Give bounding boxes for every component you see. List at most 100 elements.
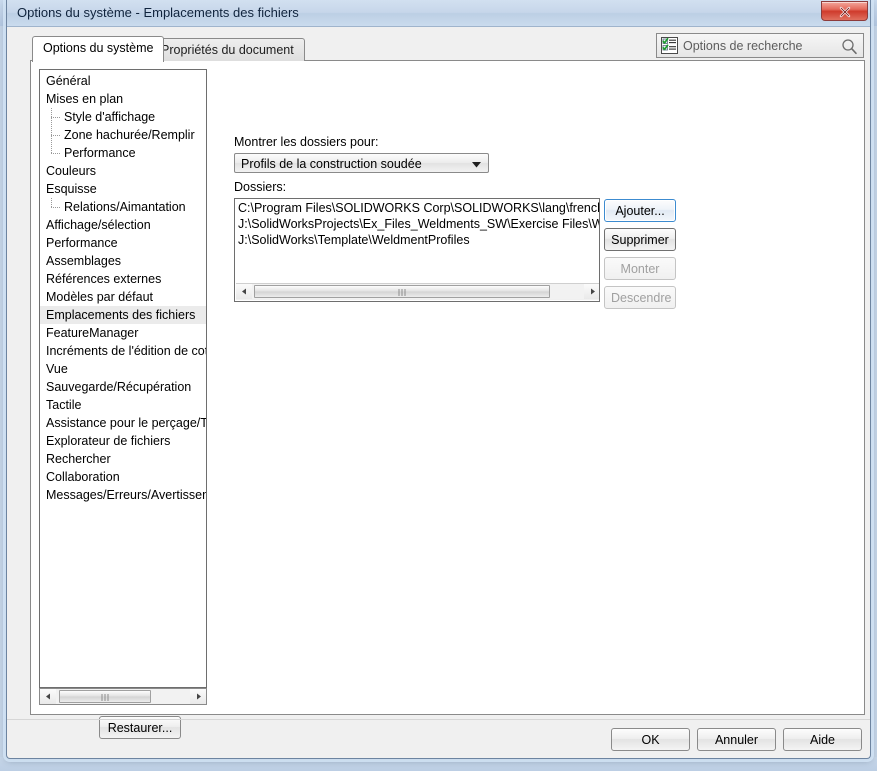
chevron-left-icon — [241, 288, 246, 295]
tree-connector-horizontal — [51, 207, 61, 208]
folders-label: Dossiers: — [234, 180, 287, 194]
folders-scroll-thumb[interactable] — [254, 285, 550, 298]
sidebar-item-vue[interactable]: Vue — [40, 360, 206, 378]
background-bottom-strip — [0, 757, 877, 771]
sidebar-item-mises-en-plan[interactable]: Mises en plan — [40, 90, 206, 108]
sidebar-item-relations-aimantation[interactable]: Relations/Aimantation — [40, 198, 206, 216]
folders-scroll-left-arrow[interactable] — [236, 284, 252, 299]
help-button[interactable]: Aide — [783, 728, 862, 751]
sidebar-item-label: Références externes — [46, 272, 162, 286]
move-up-button: Monter — [604, 257, 676, 280]
sidebar-item-performance[interactable]: Performance — [40, 144, 206, 162]
sidebar-item-label: Couleurs — [46, 164, 97, 178]
sidebar-item-incr-ments-de-l-dition-de-cot[interactable]: Incréments de l'édition de cot — [40, 342, 206, 360]
sidebar-item-affichage-s-lection[interactable]: Affichage/sélection — [40, 216, 206, 234]
options-panel: Général Mises en plan Style d'affichage Zon… — [30, 60, 865, 739]
sidebar-item-sauvegarde-r-cup-ration[interactable]: Sauvegarde/Récupération — [40, 378, 206, 396]
sidebar-item-label: Collaboration — [46, 470, 120, 484]
sidebar-item-label: Assemblages — [46, 254, 122, 268]
scroll-thumb-grip — [101, 694, 109, 701]
sidebar-item-couleurs[interactable]: Couleurs — [40, 162, 206, 180]
dialog-title: Options du système - Emplacements des fi… — [17, 5, 299, 20]
search-options-icon — [661, 37, 678, 54]
sidebar-item-messages-erreurs-avertissem[interactable]: Messages/Erreurs/Avertissem — [40, 486, 206, 504]
sidebar-item-label: Performance — [46, 236, 118, 250]
sidebar-item-explorateur-de-fichiers[interactable]: Explorateur de fichiers — [40, 432, 206, 450]
sidebar-item-label: Affichage/sélection — [46, 218, 151, 232]
sidebar-item-label: Style d'affichage — [64, 110, 156, 124]
sidebar-item-g-n-ral[interactable]: Général — [40, 72, 206, 90]
folders-list-box[interactable]: C:\Program Files\SOLIDWORKS Corp\SOLIDWO… — [234, 198, 600, 302]
add-folder-button[interactable]: Ajouter... — [604, 199, 676, 222]
scroll-thumb-grip — [398, 289, 406, 296]
sidebar-item-label: Mises en plan — [46, 92, 124, 106]
sidebar-item-label: FeatureManager — [46, 326, 139, 340]
ok-button[interactable]: OK — [611, 728, 690, 751]
sidebar-item-label: Performance — [64, 146, 136, 160]
tab-system-options[interactable]: Options du système — [32, 36, 165, 62]
move-down-button: Descendre — [604, 286, 676, 309]
search-options-button[interactable]: Options de recherche — [656, 33, 864, 58]
sidebar-item-label: Zone hachurée/Remplir — [64, 128, 195, 142]
folders-list: C:\Program Files\SOLIDWORKS Corp\SOLIDWO… — [235, 200, 599, 248]
sidebar-scroll-track[interactable] — [56, 689, 190, 704]
sidebar-item-label: Vue — [46, 362, 68, 376]
sidebar-item-rechercher[interactable]: Rechercher — [40, 450, 206, 468]
tree-connector-horizontal — [51, 117, 61, 118]
folder-category-value: Profils de la construction soudée — [241, 157, 422, 171]
chevron-left-icon — [45, 693, 50, 700]
sidebar-item-style-d-affichage[interactable]: Style d'affichage — [40, 108, 206, 126]
sidebar-item-label: Relations/Aimantation — [64, 200, 186, 214]
sidebar-item-assistance-pour-le-per-age-to[interactable]: Assistance pour le perçage/To — [40, 414, 206, 432]
folder-path-row[interactable]: J:\SolidWorks\Template\WeldmentProfiles — [235, 232, 599, 248]
chevron-down-icon — [472, 162, 481, 168]
folder-path-row[interactable]: J:\SolidWorksProjects\Ex_Files_Weldments… — [235, 216, 599, 232]
close-icon — [839, 6, 851, 18]
sidebar-item-label: Incréments de l'édition de cot — [46, 344, 207, 358]
search-options-label: Options de recherche — [683, 39, 803, 53]
footer-separator — [7, 719, 870, 720]
sidebar-item-mod-les-par-d-faut[interactable]: Modèles par défaut — [40, 288, 206, 306]
tree-connector-horizontal — [51, 153, 61, 154]
tab-document-properties[interactable]: Propriétés du document — [150, 38, 305, 61]
sidebar-item-label: Sauvegarde/Récupération — [46, 380, 192, 394]
sidebar-item-label: Général — [46, 74, 91, 88]
sidebar-scroll-thumb[interactable] — [59, 690, 151, 703]
sidebar-item-r-f-rences-externes[interactable]: Références externes — [40, 270, 206, 288]
sidebar-horizontal-scrollbar[interactable] — [39, 688, 207, 705]
sidebar-item-label: Explorateur de fichiers — [46, 434, 171, 448]
chevron-right-icon — [196, 693, 201, 700]
sidebar-item-performance[interactable]: Performance — [40, 234, 206, 252]
sidebar-item-featuremanager[interactable]: FeatureManager — [40, 324, 206, 342]
sidebar-item-emplacements-des-fichiers[interactable]: Emplacements des fichiers — [40, 306, 206, 324]
sidebar-item-label: Assistance pour le perçage/To — [46, 416, 207, 430]
options-category-list: Général Mises en plan Style d'affichage Zon… — [40, 72, 206, 504]
sidebar-item-esquisse[interactable]: Esquisse — [40, 180, 206, 198]
dialog-titlebar: Options du système - Emplacements des fi… — [7, 0, 870, 27]
cancel-button[interactable]: Annuler — [697, 728, 776, 751]
magnifier-icon[interactable] — [841, 38, 858, 55]
sidebar-scroll-left-arrow[interactable] — [40, 689, 56, 704]
options-category-tree[interactable]: Général Mises en plan Style d'affichage Zon… — [39, 69, 207, 688]
folder-category-dropdown[interactable]: Profils de la construction soudée — [234, 153, 489, 173]
folder-path-row[interactable]: C:\Program Files\SOLIDWORKS Corp\SOLIDWO… — [235, 200, 599, 216]
delete-folder-button[interactable]: Supprimer — [604, 228, 676, 251]
sidebar-item-label: Emplacements des fichiers — [46, 308, 196, 322]
sidebar-item-zone-hachur-e-remplir[interactable]: Zone hachurée/Remplir — [40, 126, 206, 144]
sidebar-item-label: Tactile — [46, 398, 82, 412]
sidebar-item-assemblages[interactable]: Assemblages — [40, 252, 206, 270]
show-folders-label: Montrer les dossiers pour: — [234, 135, 379, 149]
chevron-right-icon — [590, 288, 595, 295]
sidebar-item-label: Modèles par défaut — [46, 290, 154, 304]
sidebar-item-label: Messages/Erreurs/Avertissem — [46, 488, 207, 502]
sidebar-item-label: Esquisse — [46, 182, 97, 196]
close-button[interactable] — [821, 1, 868, 21]
sidebar-item-tactile[interactable]: Tactile — [40, 396, 206, 414]
folders-horizontal-scrollbar[interactable] — [236, 283, 599, 300]
folders-scroll-track[interactable] — [252, 284, 584, 299]
sidebar-item-collaboration[interactable]: Collaboration — [40, 468, 206, 486]
tree-connector-horizontal — [51, 135, 61, 136]
sidebar-scroll-right-arrow[interactable] — [190, 689, 206, 704]
folders-scroll-right-arrow[interactable] — [584, 284, 599, 299]
sidebar-item-label: Rechercher — [46, 452, 111, 466]
